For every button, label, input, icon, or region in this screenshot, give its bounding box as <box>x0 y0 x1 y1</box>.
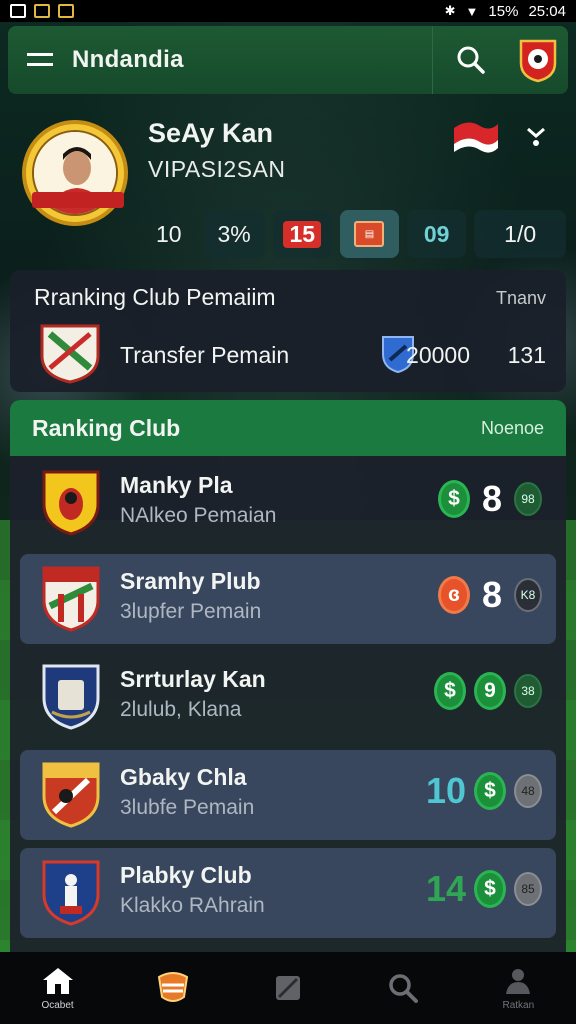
ranking-panel: Ranking Club Noenoe Manky Pla NAlkeo Pem… <box>10 400 566 960</box>
club-name: Sramhy Plub <box>120 568 261 594</box>
transfer-card-title: Rranking Club Pemaiim <box>34 284 276 310</box>
club-mini-stat: 48 <box>514 774 542 808</box>
coin-icon: $ <box>438 480 470 518</box>
stat-cards-value: 15 <box>283 220 322 248</box>
stat-rating: 09 <box>407 210 467 258</box>
profile-icon <box>506 968 531 994</box>
stat-badge[interactable]: ▤ <box>339 210 400 258</box>
player-stats: 10 3% 15 ▤ 09 1/0 <box>142 210 566 258</box>
status-bar: ✱ ▼ 15% 25:04 <box>0 0 576 22</box>
club-mini-stat: 98 <box>514 482 542 516</box>
status-notification-icons <box>10 4 74 18</box>
player-profile: SeAy Kan VIPASI2SAN 10 3% 15 ▤ 09 1/0 <box>18 112 566 262</box>
bottom-nav: Ocabet Ratkan <box>0 952 576 1024</box>
club-row[interactable]: Sramhy Plub 3lupfer Pemain ɞ 8 K8 <box>20 554 556 644</box>
club-subtitle: NAlkeo Pemaian <box>120 504 277 527</box>
club-rank-number: 9 <box>474 672 506 710</box>
image-notification-icon <box>10 4 26 18</box>
club-stats: 10 $ 48 <box>426 770 542 812</box>
player-avatar[interactable] <box>22 120 128 226</box>
club-badge-icon <box>42 762 100 828</box>
app-header: Nndandia <box>8 26 568 94</box>
ranking-header: Ranking Club Noenoe <box>10 400 566 456</box>
search-icon <box>457 46 485 74</box>
coin-icon: $ <box>434 672 466 710</box>
transfer-card: Rranking Club Pemaiim Tnanv Transfer Pem… <box>10 270 566 392</box>
club-subtitle: 2lulub, Klana <box>120 698 242 721</box>
club-subtitle: 3lupfer Pemain <box>120 600 262 623</box>
club-rank-number: 14 <box>425 868 466 909</box>
nav-cards[interactable] <box>243 952 333 1024</box>
stat-cards[interactable]: 15 <box>272 210 332 258</box>
nav-club[interactable] <box>128 952 218 1024</box>
transfer-count: 131 <box>507 342 546 368</box>
club-row[interactable]: Plabky Club Klakko RAhrain 14 $ 85 <box>20 848 556 938</box>
flag-icon <box>454 122 498 153</box>
club-stats: $ 8 98 <box>438 478 542 520</box>
nav-search[interactable] <box>358 952 448 1024</box>
club-crest-icon <box>519 39 557 83</box>
app-notification-icon <box>34 4 50 18</box>
club-name: Srrturlay Kan <box>120 666 266 692</box>
club-stats: $ 9 38 <box>434 672 542 710</box>
club-name: Manky Pla <box>120 472 233 498</box>
search-button[interactable] <box>432 26 508 94</box>
club-stats: 14 $ 85 <box>426 868 542 910</box>
club-badge-nav-icon <box>157 972 188 1002</box>
club-mini-stat: 38 <box>514 674 542 708</box>
club-row[interactable]: Gbaky Chla 3lubfe Pemain 10 $ 48 <box>20 750 556 840</box>
club-row[interactable]: Manky Pla NAlkeo Pemaian $ 8 98 <box>20 458 556 548</box>
nav-home-label: Ocabet <box>41 999 74 1011</box>
player-subtitle: VIPASI2SAN <box>148 156 286 182</box>
ranking-title: Ranking Club <box>32 414 181 441</box>
cards-icon <box>275 976 300 1000</box>
app-notification-icon-2 <box>58 4 74 18</box>
dnd-icon: ✱ <box>444 3 456 18</box>
club-mini-stat: 85 <box>514 872 542 906</box>
club-rank-number: 8 <box>481 574 503 615</box>
stat-ratio: 1/0 <box>474 210 566 258</box>
wifi-icon: ▼ <box>465 3 479 19</box>
transfer-label[interactable]: Transfer Pemain <box>120 342 289 369</box>
club-logo-button[interactable] <box>508 26 568 94</box>
avatar-ribbon <box>32 192 124 208</box>
transfer-value: 20000 <box>406 342 470 368</box>
search-nav-icon <box>389 974 419 1003</box>
club-badge-icon <box>42 860 100 926</box>
home-icon <box>42 967 73 994</box>
transfer-club-crest-icon <box>40 324 100 384</box>
coin-icon: $ <box>474 772 506 810</box>
club-name: Plabky Club <box>120 862 252 888</box>
nav-home[interactable]: Ocabet <box>13 952 103 1024</box>
transfer-card-action[interactable]: Tnanv <box>496 288 546 309</box>
coin-icon: $ <box>474 870 506 908</box>
clock: 25:04 <box>528 2 566 20</box>
club-rank-number: 8 <box>481 478 503 519</box>
club-badge-icon <box>42 470 100 536</box>
club-mini-stat: K8 <box>514 578 542 612</box>
battery-level: 15% <box>488 2 519 20</box>
club-stats: ɞ 8 K8 <box>438 574 542 616</box>
player-name: SeAy Kan <box>148 118 274 148</box>
share-icon <box>527 127 545 146</box>
app-title: Nndandia <box>72 46 184 73</box>
menu-button[interactable] <box>8 26 72 94</box>
nav-profile-label: Ratkan <box>502 999 535 1011</box>
club-row[interactable]: Srrturlay Kan 2lulub, Klana $ 9 38 <box>20 652 556 742</box>
alert-coin-icon: ɞ <box>438 576 470 614</box>
club-badge-icon <box>42 664 100 730</box>
stat-percent: 3% <box>203 210 265 258</box>
club-name: Gbaky Chla <box>120 764 247 790</box>
hamburger-icon <box>27 53 53 66</box>
club-rank-number: 10 <box>425 770 466 811</box>
club-badge-icon <box>42 566 100 632</box>
more-button[interactable] <box>522 122 550 150</box>
club-subtitle: Klakko RAhrain <box>120 894 265 917</box>
ranking-action[interactable]: Noenoe <box>481 418 544 439</box>
stat-matches: 10 <box>155 220 182 247</box>
club-subtitle: 3lubfe Pemain <box>120 796 255 819</box>
card-tag-icon: ▤ <box>354 221 385 247</box>
nav-profile[interactable]: Ratkan <box>473 952 563 1024</box>
